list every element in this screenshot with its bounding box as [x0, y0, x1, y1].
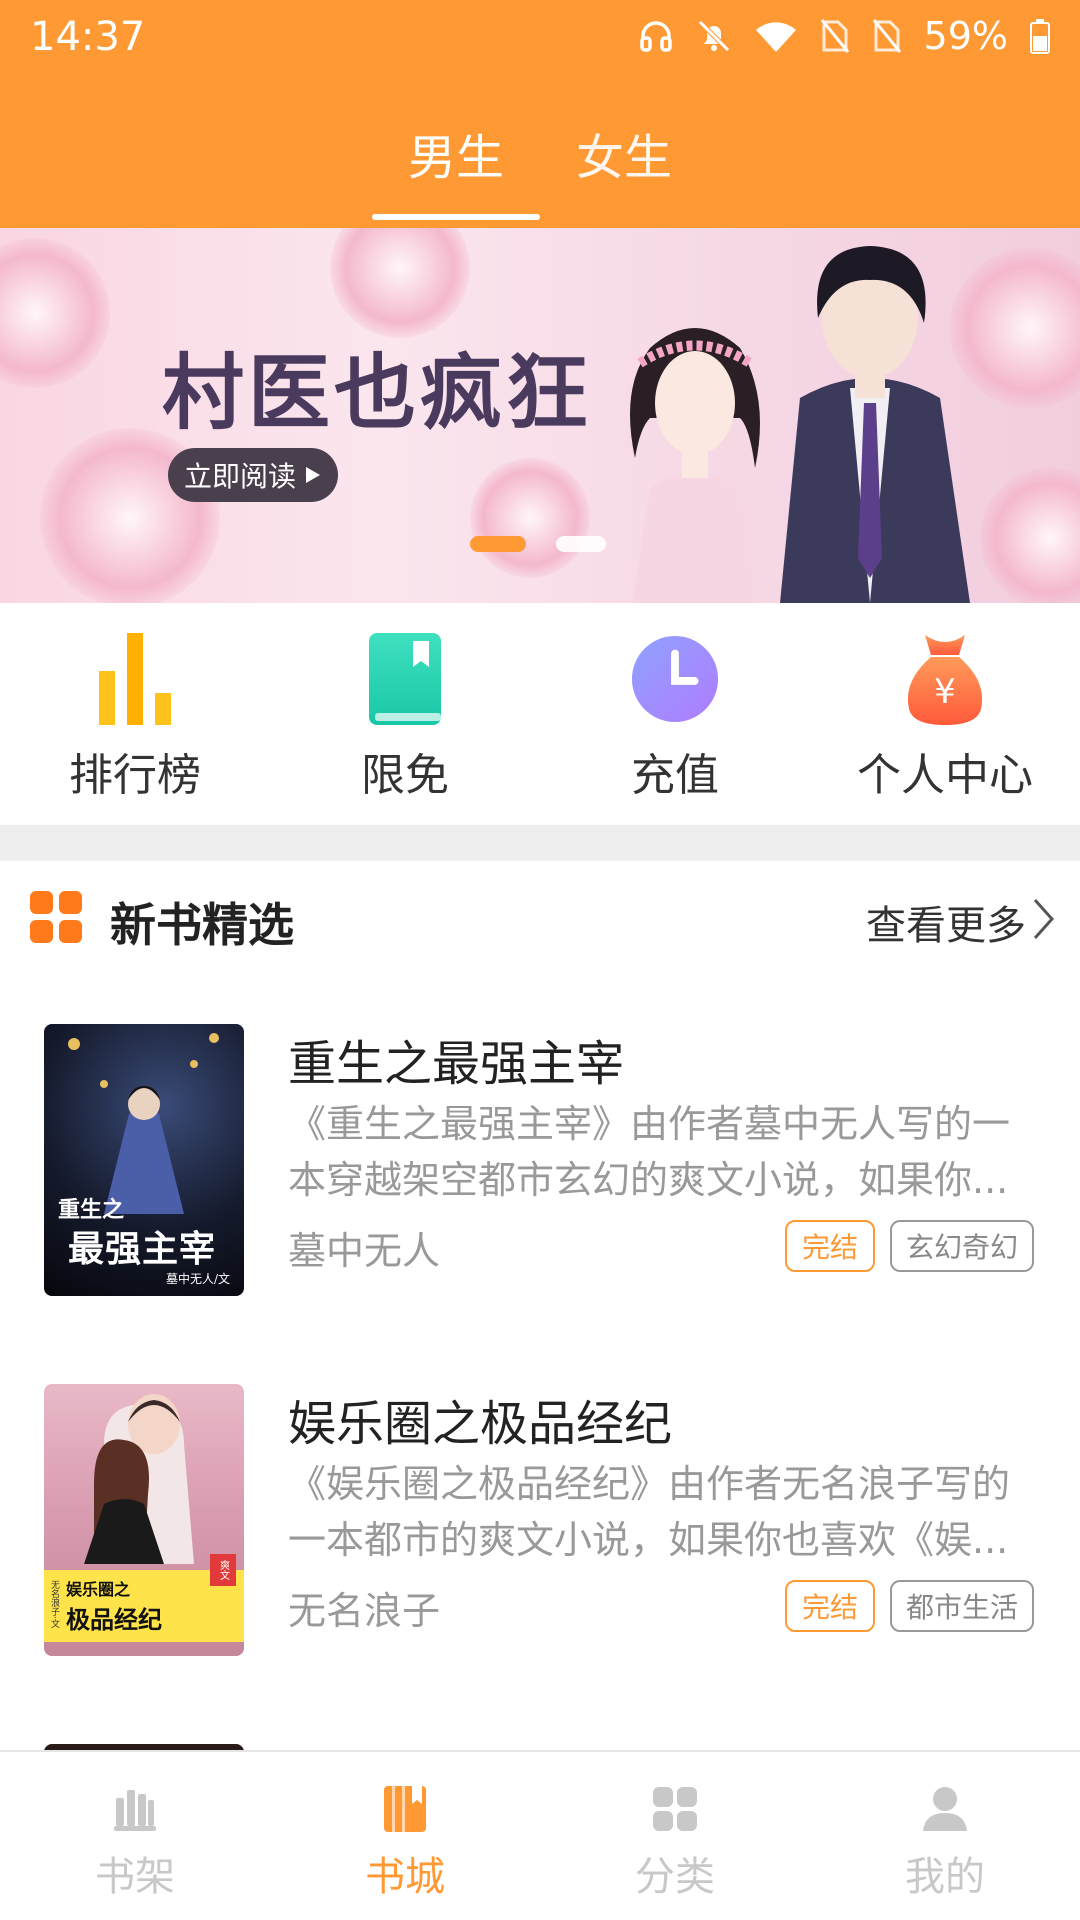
quick-item-free[interactable]: 限免 [270, 631, 540, 803]
battery-icon [1030, 19, 1050, 54]
no-sim-icon [820, 19, 849, 53]
promo-banner[interactable]: 村医也疯狂 立即阅读 [0, 228, 1080, 603]
section-title: 新书精选 [110, 898, 294, 952]
headphones-icon [639, 21, 672, 52]
status-bar: 14:37 59% [0, 0, 1080, 76]
nav-label: 分类 [635, 1854, 715, 1900]
genre-badge: 都市生活 [890, 1580, 1034, 1632]
blossom-decoration [470, 458, 590, 578]
carousel-dot-active[interactable] [470, 536, 526, 552]
tab-indicator [372, 214, 540, 220]
genre-badge: 玄幻奇幻 [890, 1220, 1034, 1272]
status-icons: 59% [638, 14, 1050, 58]
gender-tabs: 男生 女生 [0, 118, 1080, 228]
cover-badge: 爽文 [210, 1554, 236, 1586]
quick-item-ranking[interactable]: 排行榜 [0, 631, 270, 803]
book-item[interactable]: 重生之 最强主宰 墓中无人/文 重生之最强主宰 《重生之最强主宰》由作者墓中无人… [0, 1024, 1080, 1324]
play-arrow-icon [306, 467, 320, 483]
bar-chart-icon [99, 633, 171, 725]
book-author: 无名浪子 [288, 1589, 441, 1633]
nav-label: 我的 [905, 1854, 985, 1900]
user-icon [923, 1787, 967, 1831]
read-now-button[interactable]: 立即阅读 [168, 448, 338, 502]
section-divider [0, 825, 1080, 861]
carousel-dot[interactable] [556, 536, 606, 552]
read-now-label: 立即阅读 [183, 460, 296, 493]
quick-item-recharge[interactable]: 充值 [540, 631, 810, 803]
bottom-nav: 书架 书城 分类 我的 [0, 1750, 1080, 1920]
nav-bookstore[interactable]: 书城 [270, 1780, 540, 1902]
view-more-link[interactable]: 查看更多 [866, 893, 1026, 951]
nav-profile[interactable]: 我的 [810, 1780, 1080, 1902]
tab-female[interactable]: 女生 [540, 118, 708, 188]
cover-title-large: 最强主宰 [68, 1228, 217, 1270]
book-cover[interactable]: 重生之 最强主宰 墓中无人/文 [44, 1024, 244, 1296]
cover-author: 墓中无人/文 [166, 1272, 231, 1286]
book-icon [369, 633, 441, 725]
quick-item-label: 个人中心 [857, 750, 1033, 801]
book-author: 墓中无人 [288, 1229, 441, 1273]
status-badge: 完结 [785, 1580, 875, 1632]
section-header: 新书精选 查看更多 [0, 861, 1080, 979]
status-badge: 完结 [785, 1220, 875, 1272]
app-header: 14:37 59% 男生 女生 [0, 0, 1080, 228]
book-cover[interactable]: 娱乐圈之 极品经纪 无名浪子·文 爽文 [44, 1384, 244, 1656]
quick-item-label: 排行榜 [69, 750, 201, 801]
tab-male[interactable]: 男生 [372, 118, 540, 188]
grid-icon [30, 891, 82, 943]
blossom-decoration [0, 238, 110, 388]
cover-title-small: 娱乐圈之 [66, 1580, 131, 1599]
cover-author: 无名浪子·文 [49, 1580, 59, 1628]
battery-percent: 59% [923, 14, 1008, 58]
status-time: 14:37 [30, 14, 146, 60]
bookstore-icon [384, 1786, 426, 1832]
quick-item-label: 充值 [631, 750, 719, 801]
book-title[interactable]: 重生之最强主宰 [288, 1024, 624, 1094]
banner-illustration-woman [630, 328, 760, 603]
book-item[interactable]: 娱乐圈之 极品经纪 无名浪子·文 爽文 娱乐圈之极品经纪 《娱乐圈之极品经纪》由… [0, 1384, 1080, 1684]
no-sim-icon-2 [872, 19, 901, 53]
wifi-icon [755, 22, 796, 52]
book-description: 《重生之最强主宰》由作者墓中无人写的一本穿越架空都市玄幻的爽文小说，如果你... [288, 1102, 1011, 1202]
clock-icon [631, 635, 719, 723]
quick-menu: 排行榜 限免 充值 ¥ 个人中心 [0, 603, 1080, 825]
blossom-decoration [330, 228, 470, 338]
chevron-right-icon[interactable] [1032, 897, 1056, 941]
svg-text:¥: ¥ [934, 672, 956, 712]
quick-item-label: 限免 [361, 750, 449, 801]
banner-title: 村医也疯狂 [162, 345, 593, 441]
nav-label: 书架 [95, 1854, 175, 1900]
nav-category[interactable]: 分类 [540, 1780, 810, 1902]
mute-bell-icon [697, 20, 730, 52]
money-bag-icon: ¥ [907, 635, 983, 725]
book-title[interactable]: 娱乐圈之极品经纪 [288, 1384, 672, 1454]
nav-label: 书城 [365, 1854, 445, 1900]
bookshelf-icon [114, 1790, 156, 1831]
quick-item-profile[interactable]: ¥ 个人中心 [810, 631, 1080, 803]
nav-bookshelf[interactable]: 书架 [0, 1780, 270, 1902]
category-icon [653, 1787, 697, 1831]
cover-title-large: 极品经纪 [66, 1605, 162, 1634]
book-description: 《娱乐圈之极品经纪》由作者无名浪子写的一本都市的爽文小说，如果你也喜欢《娱... [288, 1462, 1011, 1562]
